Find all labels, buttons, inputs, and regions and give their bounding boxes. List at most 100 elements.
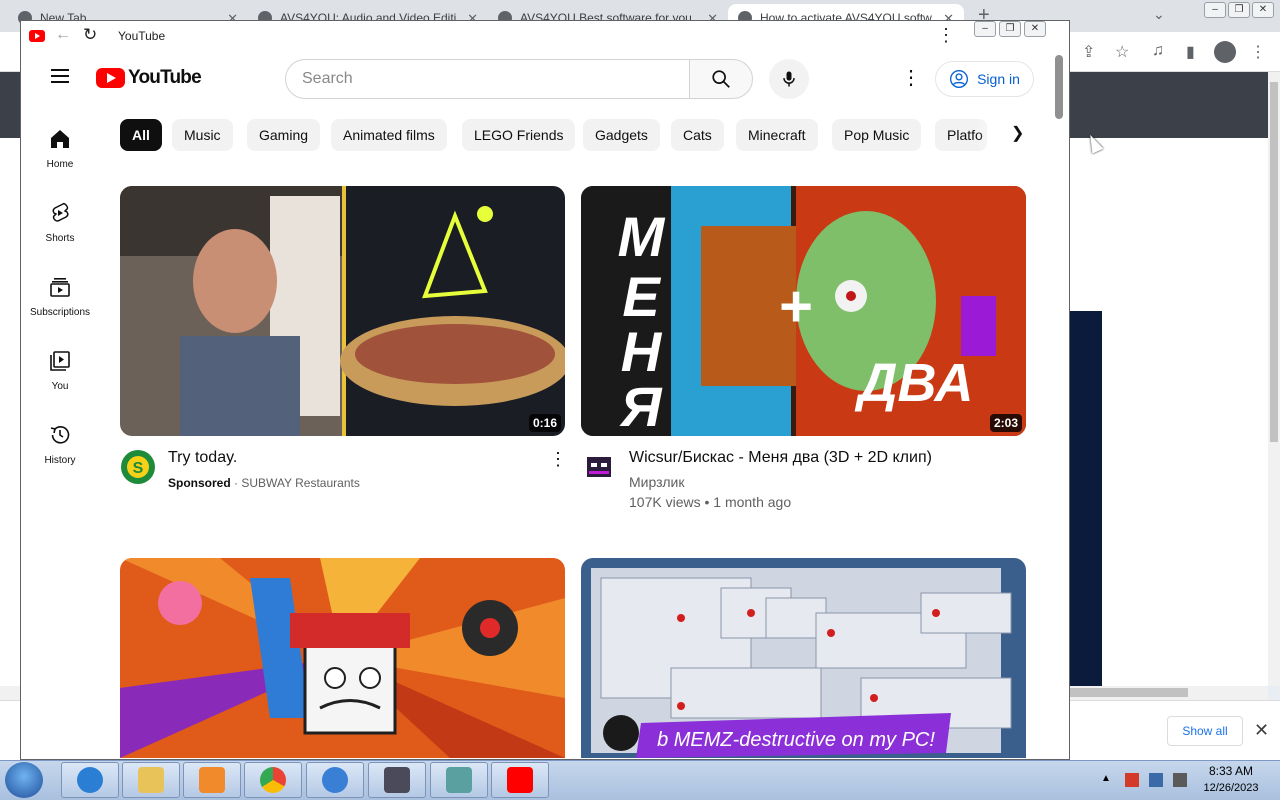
- vertical-scrollbar-thumb[interactable]: [1270, 82, 1278, 442]
- video-title[interactable]: Try today.: [168, 449, 237, 467]
- close-icon[interactable]: ✕: [1252, 2, 1274, 18]
- video-thumbnail[interactable]: [120, 558, 565, 758]
- side-panel-icon[interactable]: ▮: [1186, 42, 1195, 62]
- guide-item-label: Home: [46, 159, 74, 170]
- taskbar-app[interactable]: [430, 762, 488, 798]
- taskbar-video-editor[interactable]: [368, 762, 426, 798]
- start-button-icon[interactable]: [5, 762, 43, 798]
- video-menu-icon[interactable]: ⋮: [549, 449, 567, 470]
- more-vert-icon[interactable]: ⋮: [937, 25, 955, 46]
- sponsored-label: Sponsored: [168, 476, 231, 490]
- subway-logo-icon: S: [121, 450, 155, 484]
- channel-avatar[interactable]: [581, 449, 617, 485]
- chip-cats[interactable]: Cats: [671, 119, 724, 151]
- youtube-logo-icon: [96, 68, 125, 88]
- taskbar-ie[interactable]: [61, 762, 119, 798]
- window-controls: – ❐ ✕: [1204, 2, 1274, 18]
- restore-icon[interactable]: ❐: [1228, 2, 1250, 18]
- thumb-letter: Е: [622, 265, 661, 328]
- chip-gaming[interactable]: Gaming: [247, 119, 321, 151]
- video-title[interactable]: Wicsur/Бискас - Меня два (3D + 2D клип): [629, 449, 932, 467]
- video-thumbnail[interactable]: 0:16: [120, 186, 565, 436]
- masthead: YouTube ⋮ Sign in: [21, 51, 1051, 107]
- minimize-icon[interactable]: –: [974, 21, 996, 37]
- channel-avatar[interactable]: S: [120, 449, 156, 485]
- guide-item-home[interactable]: Home: [25, 127, 95, 170]
- guide-item-subscriptions[interactable]: Subscriptions: [25, 275, 95, 318]
- svg-text:+: +: [779, 274, 813, 339]
- chevron-right-icon[interactable]: ❯: [1011, 123, 1024, 143]
- show-all-downloads-button[interactable]: Show all: [1167, 716, 1243, 746]
- chip-pop-music[interactable]: Pop Music: [832, 119, 922, 151]
- chip-minecraft[interactable]: Minecraft: [736, 119, 818, 151]
- app-titlebar: ← ↻ YouTube ⋮ – ❐ ✕: [21, 21, 1069, 51]
- video-thumbnail[interactable]: + М Е Н Я ДВА 2:03: [581, 186, 1026, 436]
- film-strip-icon: [384, 767, 410, 793]
- account-icon: [950, 70, 969, 88]
- chip-animated-films[interactable]: Animated films: [331, 119, 447, 151]
- search-input[interactable]: [285, 59, 690, 99]
- channel-name[interactable]: · SUBWAY Restaurants: [234, 476, 360, 490]
- youtube-app-window: ← ↻ YouTube ⋮ – ❐ ✕ YouTube ⋮ Sign in: [20, 20, 1070, 760]
- chip-all[interactable]: All: [120, 119, 162, 151]
- svg-text:S: S: [133, 460, 144, 477]
- thumbnail-image: + М Е Н Я ДВА: [581, 186, 1026, 436]
- tab-search-icon[interactable]: ⌄: [1153, 6, 1165, 23]
- chrome-menu-icon[interactable]: ⋮: [1250, 42, 1266, 62]
- channel-name[interactable]: Мирзлик: [629, 474, 685, 490]
- thumb-caption: b MEMZ-destructive on my PC!: [657, 729, 935, 751]
- close-icon[interactable]: ✕: [1254, 720, 1269, 741]
- share-icon[interactable]: ⇪: [1082, 42, 1095, 62]
- close-icon[interactable]: ✕: [1024, 21, 1046, 37]
- channel-avatar-image: [587, 457, 611, 477]
- clock-time[interactable]: 8:33 AM: [1196, 764, 1266, 778]
- chip-music[interactable]: Music: [172, 119, 233, 151]
- minimize-icon[interactable]: –: [1204, 2, 1226, 18]
- guide-item-history[interactable]: History: [25, 423, 95, 466]
- search-button[interactable]: [689, 59, 753, 99]
- scrollbar-thumb[interactable]: [1055, 55, 1063, 119]
- window-title: YouTube: [118, 29, 166, 43]
- library-icon: [50, 351, 70, 371]
- thumb-letter: Я: [619, 375, 663, 436]
- clock-date[interactable]: 12/26/2023: [1196, 782, 1266, 794]
- thumb-text-dva: ДВА: [855, 353, 974, 413]
- youtube-icon: [507, 767, 533, 793]
- reload-icon[interactable]: ↻: [83, 25, 97, 45]
- sign-in-label: Sign in: [977, 71, 1020, 87]
- taskbar-media-player[interactable]: [183, 762, 241, 798]
- taskbar-explorer[interactable]: [122, 762, 180, 798]
- taskbar-youtube[interactable]: [491, 762, 549, 798]
- thumbnail-image: [120, 186, 565, 436]
- guide-item-you[interactable]: You: [25, 349, 95, 392]
- back-arrow-icon[interactable]: ←: [55, 26, 71, 44]
- chip-lego-friends[interactable]: LEGO Friends: [462, 119, 576, 151]
- history-icon: [50, 426, 70, 444]
- taskbar-chrome[interactable]: [244, 762, 302, 798]
- horizontal-scrollbar-thumb[interactable]: [1070, 688, 1188, 697]
- settings-more-icon[interactable]: ⋮: [901, 65, 921, 90]
- restore-icon[interactable]: ❐: [999, 21, 1021, 37]
- taskbar-app[interactable]: [306, 762, 364, 798]
- app-icon: [446, 767, 472, 793]
- voice-search-button[interactable]: [769, 59, 809, 99]
- subscriptions-icon: [50, 278, 70, 297]
- app-icon: [322, 767, 348, 793]
- tray-expand-icon[interactable]: ▲: [1101, 773, 1115, 787]
- sign-in-button[interactable]: Sign in: [935, 61, 1034, 97]
- video-stats: 107K views • 1 month ago: [629, 494, 792, 510]
- bookmark-star-icon[interactable]: ☆: [1115, 42, 1129, 62]
- sponsored-row: Sponsored · SUBWAY Restaurants: [168, 476, 360, 490]
- media-control-icon[interactable]: ♫: [1152, 42, 1164, 60]
- guide-item-shorts[interactable]: Shorts: [25, 201, 95, 244]
- network-icon[interactable]: [1149, 773, 1163, 787]
- internet-explorer-icon: [77, 767, 103, 793]
- action-center-icon[interactable]: [1125, 773, 1139, 787]
- chip-gadgets[interactable]: Gadgets: [583, 119, 660, 151]
- chrome-icon: [260, 767, 286, 793]
- menu-icon[interactable]: [51, 69, 69, 83]
- volume-muted-icon[interactable]: [1173, 773, 1187, 787]
- youtube-logo[interactable]: YouTube: [96, 67, 202, 89]
- video-thumbnail[interactable]: b MEMZ-destructive on my PC!: [581, 558, 1026, 758]
- profile-avatar[interactable]: [1214, 41, 1236, 63]
